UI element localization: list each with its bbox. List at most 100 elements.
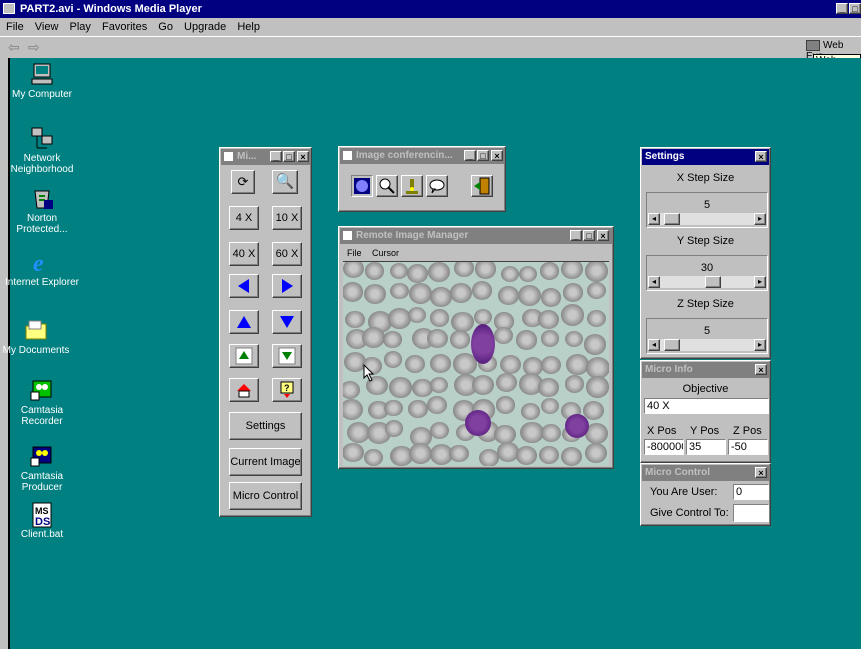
move-up-button[interactable] <box>229 310 259 334</box>
menu-view[interactable]: View <box>35 21 59 33</box>
help-icon: ? <box>280 381 294 398</box>
settings-window: Settings × X Step Size 5 ◂ ▸ Y Step Size… <box>640 147 771 359</box>
micro-control-button[interactable]: Micro Control <box>229 482 302 510</box>
white-blood-cell <box>471 324 495 364</box>
z-step-thumb[interactable] <box>664 339 680 351</box>
scroll-left-arrow-icon[interactable]: ◂ <box>648 213 660 225</box>
y-step-slider[interactable]: ◂ ▸ <box>648 276 766 288</box>
objective-field[interactable]: 40 X <box>644 398 769 414</box>
red-blood-cell <box>500 355 522 375</box>
zpos-field[interactable]: -50 <box>728 439 768 455</box>
app-title-bar[interactable]: PART2.avi - Windows Media Player _ □ <box>0 0 861 18</box>
scroll-right-arrow-icon[interactable]: ▸ <box>754 339 766 351</box>
microscope-button[interactable] <box>401 175 423 197</box>
focus-up-button[interactable] <box>229 344 259 368</box>
rim-close-button[interactable]: × <box>597 230 609 241</box>
micro-info-close-button[interactable]: × <box>755 364 767 375</box>
zoom-4x-button[interactable]: 4 X <box>229 206 259 230</box>
red-blood-cell <box>430 287 452 307</box>
rim-menu-file[interactable]: File <box>347 248 362 258</box>
you-are-user-field[interactable]: 0 <box>733 484 769 500</box>
zoom-60x-button[interactable]: 60 X <box>272 242 302 266</box>
desktop-icon-network-neighborhood[interactable]: Network Neighborhood <box>2 126 82 175</box>
micro-minimize-button[interactable]: _ <box>270 151 282 162</box>
move-down-button[interactable] <box>272 310 302 334</box>
refresh-button[interactable]: ⟳ <box>231 170 255 194</box>
red-blood-cell <box>564 375 585 393</box>
conf-window-title-bar[interactable]: Image conferencin... _ □ × <box>340 148 504 164</box>
red-blood-cell <box>518 265 538 283</box>
ypos-field[interactable]: 35 <box>686 439 726 455</box>
red-blood-cell <box>451 311 474 333</box>
pointer-tool-button[interactable] <box>376 175 398 197</box>
capture-button[interactable] <box>351 175 373 197</box>
red-blood-cell <box>584 442 607 463</box>
chat-button[interactable] <box>426 175 448 197</box>
current-image-button[interactable]: Current Image <box>229 448 302 476</box>
conf-close-button[interactable]: × <box>491 150 503 161</box>
back-arrow-icon[interactable]: ⇦ <box>8 39 20 56</box>
micro-maximize-button[interactable]: □ <box>283 151 295 162</box>
desktop-icon-camtasia-recorder[interactable]: Camtasia Recorder <box>2 378 82 427</box>
desktop-icon-camtasia-producer[interactable]: Camtasia Producer <box>2 444 82 493</box>
zoom-40x-button[interactable]: 40 X <box>229 242 259 266</box>
scroll-left-arrow-icon[interactable]: ◂ <box>648 339 660 351</box>
menu-play[interactable]: Play <box>70 21 91 33</box>
micro-close-button[interactable]: × <box>297 151 309 162</box>
maximize-button[interactable]: □ <box>849 3 861 14</box>
micro-window-title-bar[interactable]: Mi... _ □ × <box>221 149 310 165</box>
micro-control-title-bar[interactable]: Micro Control × <box>642 465 769 481</box>
conf-maximize-button[interactable]: □ <box>477 150 489 161</box>
x-step-slider[interactable]: ◂ ▸ <box>648 213 766 225</box>
scroll-right-arrow-icon[interactable]: ▸ <box>754 276 766 288</box>
desktop-icon-client-bat[interactable]: MS DS Client.bat <box>2 502 82 540</box>
desktop-icon-my-computer[interactable]: My Computer <box>2 62 82 100</box>
menu-go[interactable]: Go <box>158 21 173 33</box>
settings-title-bar[interactable]: Settings × <box>642 149 769 165</box>
xpos-label: X Pos <box>647 425 677 437</box>
microscope-image[interactable] <box>343 261 609 466</box>
menu-favorites[interactable]: Favorites <box>102 21 147 33</box>
focus-down-button[interactable] <box>272 344 302 368</box>
red-blood-cell <box>519 421 544 444</box>
red-blood-cell <box>407 306 426 323</box>
forward-arrow-icon[interactable]: ⇨ <box>28 39 40 56</box>
red-blood-cell <box>473 308 492 325</box>
java-cup-icon <box>342 150 353 161</box>
rim-menu-cursor[interactable]: Cursor <box>372 248 399 258</box>
java-cup-icon <box>342 230 353 241</box>
settings-close-button[interactable]: × <box>755 151 767 162</box>
menu-upgrade[interactable]: Upgrade <box>184 21 226 33</box>
rim-window-title-bar[interactable]: Remote Image Manager _ □ × <box>340 228 612 244</box>
xpos-field[interactable]: -800000 <box>644 439 684 455</box>
x-step-thumb[interactable] <box>664 213 680 225</box>
minimize-button[interactable]: _ <box>836 3 848 14</box>
settings-button[interactable]: Settings <box>229 412 302 440</box>
zoom-10x-button[interactable]: 10 X <box>272 206 302 230</box>
zoom-button[interactable]: 🔍 <box>272 170 298 194</box>
rim-maximize-button[interactable]: □ <box>583 230 595 241</box>
home-position-button[interactable] <box>229 378 259 402</box>
micro-info-title-bar[interactable]: Micro Info × <box>642 362 769 378</box>
give-control-field[interactable] <box>733 504 769 522</box>
scroll-right-arrow-icon[interactable]: ▸ <box>754 213 766 225</box>
y-step-thumb[interactable] <box>705 276 721 288</box>
move-left-button[interactable] <box>229 274 259 298</box>
pointer-tool-icon <box>379 178 395 194</box>
menu-file[interactable]: File <box>6 21 24 33</box>
java-cup-icon <box>223 151 234 162</box>
exit-button[interactable] <box>471 175 493 197</box>
menu-help[interactable]: Help <box>237 21 260 33</box>
desktop-icon-internet-explorer[interactable]: e Internet Explorer <box>2 250 82 288</box>
micro-info-window: Micro Info × Objective 40 X X Pos Y Pos … <box>640 360 771 463</box>
scroll-left-arrow-icon[interactable]: ◂ <box>648 276 660 288</box>
conf-minimize-button[interactable]: _ <box>464 150 476 161</box>
help-button[interactable]: ? <box>272 378 302 402</box>
rim-minimize-button[interactable]: _ <box>570 230 582 241</box>
z-step-slider[interactable]: ◂ ▸ <box>648 339 766 351</box>
desktop-icon-my-documents[interactable]: My Documents <box>0 318 76 356</box>
micro-control-close-button[interactable]: × <box>755 467 767 478</box>
desktop-icon-norton-protected[interactable]: Norton Protected... <box>2 186 82 235</box>
move-right-button[interactable] <box>272 274 302 298</box>
white-blood-cell <box>465 410 491 436</box>
